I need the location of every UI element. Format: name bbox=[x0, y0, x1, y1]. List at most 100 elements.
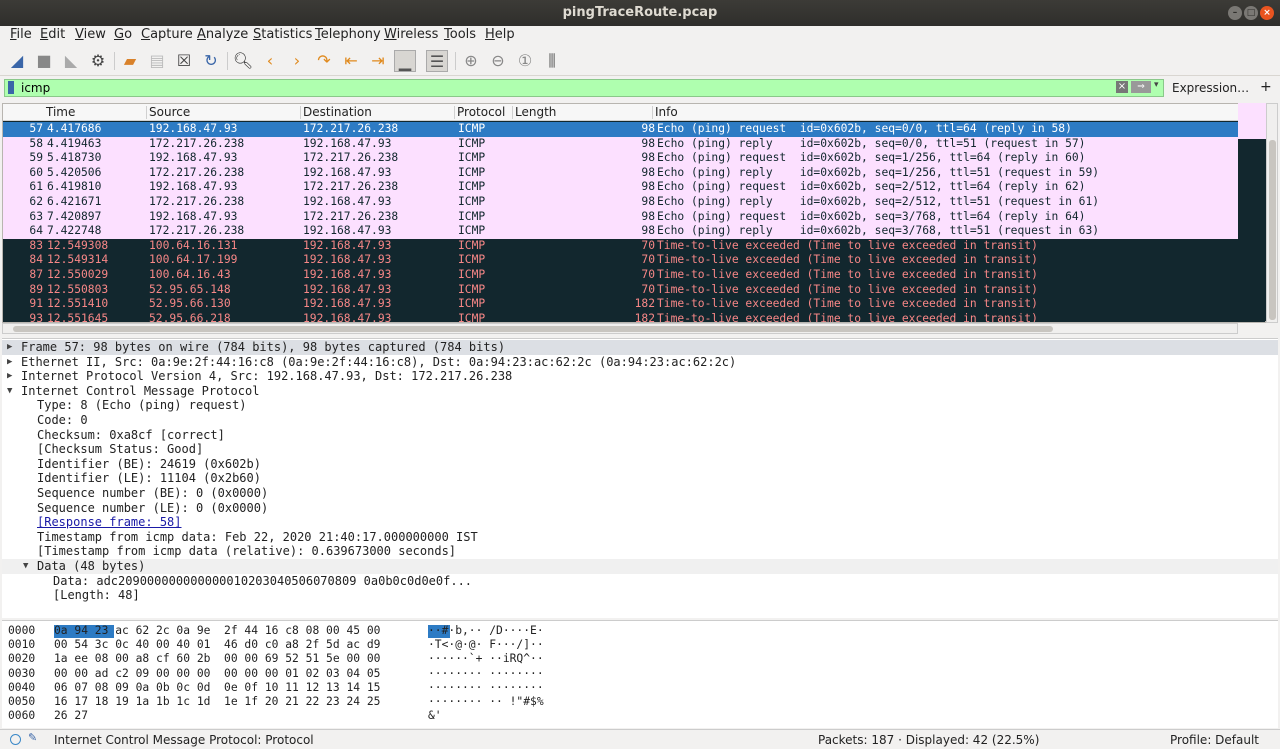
packet-info: Echo (ping) request id=0x602b, seq=0/0, … bbox=[657, 122, 1072, 135]
menu-wireless[interactable]: Wireless bbox=[384, 27, 438, 42]
packet-row[interactable]: 89 12.550803 52.95.65.148 192.168.47.93 ICMP… bbox=[3, 282, 1265, 298]
start-capture-icon[interactable]: ◢ bbox=[6, 50, 28, 72]
column-header-time[interactable]: Time bbox=[46, 105, 75, 119]
resize-columns-icon[interactable]: ⫼ bbox=[541, 50, 563, 72]
packet-list[interactable]: Time Source Destination Protocol Length … bbox=[2, 103, 1266, 323]
detail-tree-item[interactable]: Checksum: 0xa8cf [correct] bbox=[2, 428, 1278, 443]
find-packet-icon[interactable]: 🔍︎ bbox=[232, 50, 254, 72]
autoscroll-icon[interactable]: ▁ bbox=[394, 50, 416, 72]
packet-row[interactable]: 59 5.418730 192.168.47.93 172.217.26.238 ICM… bbox=[3, 151, 1265, 167]
maximize-icon[interactable]: □ bbox=[1244, 6, 1258, 20]
minimize-icon[interactable]: – bbox=[1228, 6, 1242, 20]
packet-details-tree[interactable]: ▶ Frame 57: 98 bytes on wire (784 bits), … bbox=[2, 338, 1278, 618]
packet-row[interactable]: 91 12.551410 52.95.66.130 192.168.47.93 ICMP… bbox=[3, 297, 1265, 313]
collapse-arrow-icon[interactable]: ▼ bbox=[23, 559, 28, 574]
packet-minimap[interactable] bbox=[1238, 103, 1266, 321]
response-frame-link[interactable]: [Response frame: 58] bbox=[37, 515, 182, 530]
packet-row[interactable]: 83 12.549308 100.64.16.131 192.168.47.93 ICM… bbox=[3, 238, 1265, 254]
detail-tree-item[interactable]: Timestamp from icmp data: Feb 22, 2020 2… bbox=[2, 530, 1278, 545]
display-filter-input[interactable] bbox=[4, 79, 1164, 97]
restart-capture-icon[interactable]: ◣ bbox=[60, 50, 82, 72]
go-to-packet-icon[interactable]: ↷ bbox=[313, 50, 335, 72]
colorize-icon[interactable]: ☰ bbox=[426, 50, 448, 72]
column-header-source[interactable]: Source bbox=[149, 105, 190, 119]
detail-tree-item[interactable]: [Checksum Status: Good] bbox=[2, 442, 1278, 457]
menu-analyze[interactable]: Analyze bbox=[197, 27, 248, 42]
packet-row[interactable]: 63 7.420897 192.168.47.93 172.217.26.238 ICM… bbox=[3, 209, 1265, 225]
filter-history-dropdown-icon[interactable]: ▾ bbox=[1154, 80, 1159, 90]
packet-bytes-pane[interactable]: 0000 0a 94 23 ac 62 2c 0a 9e 2f 44 16 c8 … bbox=[2, 620, 1278, 728]
detail-tree-item[interactable]: ▶ Ethernet II, Src: 0a:9e:2f:44:16:c8 (0a… bbox=[2, 355, 1278, 370]
detail-tree-item[interactable]: ▼ Internet Control Message Protocol bbox=[2, 384, 1278, 399]
packet-list-vscrollbar[interactable] bbox=[1266, 103, 1278, 323]
capture-options-icon[interactable]: ⚙ bbox=[87, 50, 109, 72]
last-packet-icon[interactable]: ⇥ bbox=[367, 50, 389, 72]
open-file-icon[interactable]: ▰ bbox=[119, 50, 141, 72]
status-profile[interactable]: Profile: Default bbox=[1170, 733, 1259, 747]
collapse-arrow-icon[interactable]: ▼ bbox=[7, 384, 12, 399]
detail-tree-item[interactable]: Code: 0 bbox=[2, 413, 1278, 428]
first-packet-icon[interactable]: ⇤ bbox=[340, 50, 362, 72]
add-filter-button[interactable]: + bbox=[1260, 79, 1272, 95]
detail-tree-item[interactable]: ▶ Frame 57: 98 bytes on wire (784 bits), … bbox=[2, 340, 1278, 355]
detail-tree-item[interactable]: [Response frame: 58] bbox=[2, 515, 1278, 530]
expert-info-icon[interactable] bbox=[10, 734, 21, 745]
packet-row[interactable]: 64 7.422748 172.217.26.238 192.168.47.93 ICM… bbox=[3, 224, 1265, 240]
menu-capture[interactable]: Capture bbox=[141, 27, 193, 42]
packet-time: 7.422748 bbox=[47, 224, 102, 238]
detail-tree-item[interactable]: [Length: 48] bbox=[2, 588, 1278, 603]
expand-arrow-icon[interactable]: ▶ bbox=[7, 369, 12, 384]
normal-size-icon[interactable]: ① bbox=[514, 50, 536, 72]
packet-row[interactable]: 87 12.550029 100.64.16.43 192.168.47.93 ICMP… bbox=[3, 268, 1265, 283]
detail-tree-item[interactable]: Sequence number (LE): 0 (0x0000) bbox=[2, 501, 1278, 516]
packet-info: Echo (ping) request id=0x602b, seq=2/512… bbox=[657, 180, 1086, 194]
packet-row[interactable]: 61 6.419810 192.168.47.93 172.217.26.238 ICM… bbox=[3, 180, 1265, 196]
menu-edit[interactable]: Edit bbox=[40, 27, 65, 42]
close-icon[interactable]: × bbox=[1260, 6, 1274, 20]
column-header-destination[interactable]: Destination bbox=[303, 105, 372, 119]
stop-capture-icon[interactable]: ■ bbox=[33, 50, 55, 72]
packet-list-hscrollbar[interactable] bbox=[2, 323, 1238, 334]
menu-file[interactable]: File bbox=[10, 27, 32, 42]
detail-tree-item[interactable]: ▶ Internet Protocol Version 4, Src: 192.1… bbox=[2, 369, 1278, 384]
zoom-out-icon[interactable]: ⊖ bbox=[487, 50, 509, 72]
packet-destination: 192.168.47.93 bbox=[303, 136, 392, 150]
expand-arrow-icon[interactable]: ▶ bbox=[7, 340, 12, 355]
detail-tree-item[interactable]: Identifier (LE): 11104 (0x2b60) bbox=[2, 471, 1278, 486]
packet-number: 83 bbox=[29, 238, 43, 252]
menu-telephony[interactable]: Telephony bbox=[315, 27, 381, 42]
detail-tree-item[interactable]: ▼ Data (48 bytes) bbox=[2, 559, 1278, 574]
detail-tree-item[interactable]: Sequence number (BE): 0 (0x0000) bbox=[2, 486, 1278, 501]
expression-button[interactable]: Expression… bbox=[1172, 81, 1249, 95]
expand-arrow-icon[interactable]: ▶ bbox=[7, 355, 12, 370]
menu-view[interactable]: View bbox=[75, 27, 106, 42]
go-back-icon[interactable]: ‹ bbox=[259, 50, 281, 72]
menu-help[interactable]: Help bbox=[485, 27, 515, 42]
go-forward-icon[interactable]: › bbox=[286, 50, 308, 72]
packet-row[interactable]: 58 4.419463 172.217.26.238 192.168.47.93 ICM… bbox=[3, 136, 1265, 152]
menu-tools[interactable]: Tools bbox=[444, 27, 476, 42]
zoom-in-icon[interactable]: ⊕ bbox=[460, 50, 482, 72]
filter-bookmark-icon[interactable] bbox=[8, 81, 14, 94]
packet-row[interactable]: 57 4.417686 192.168.47.93 172.217.26.238 ICM… bbox=[3, 122, 1265, 137]
column-header-info[interactable]: Info bbox=[655, 105, 678, 119]
detail-text: Data: adc2090000000000000102030405060708… bbox=[53, 573, 473, 588]
apply-filter-icon[interactable]: ⇒ bbox=[1131, 81, 1151, 93]
save-file-icon[interactable]: ▤ bbox=[146, 50, 168, 72]
detail-tree-item[interactable]: Data: adc2090000000000000102030405060708… bbox=[2, 574, 1278, 589]
menu-statistics[interactable]: Statistics bbox=[253, 27, 312, 42]
packet-row[interactable]: 84 12.549314 100.64.17.199 192.168.47.93 ICM… bbox=[3, 253, 1265, 269]
packet-row[interactable]: 93 12.551645 52.95.66.218 192.168.47.93 ICMP… bbox=[3, 311, 1265, 322]
reload-file-icon[interactable]: ↻ bbox=[200, 50, 222, 72]
packet-row[interactable]: 60 5.420506 172.217.26.238 192.168.47.93 ICM… bbox=[3, 165, 1265, 181]
detail-tree-item[interactable]: Identifier (BE): 24619 (0x602b) bbox=[2, 457, 1278, 472]
menu-go[interactable]: Go bbox=[114, 27, 132, 42]
close-file-icon[interactable]: ☒ bbox=[173, 50, 195, 72]
edit-comment-icon[interactable]: ✎ bbox=[28, 731, 39, 744]
column-header-protocol[interactable]: Protocol bbox=[457, 105, 505, 119]
clear-filter-icon[interactable]: × bbox=[1116, 81, 1128, 93]
column-header-length[interactable]: Length bbox=[515, 105, 556, 119]
detail-tree-item[interactable]: [Timestamp from icmp data (relative): 0.… bbox=[2, 544, 1278, 559]
packet-row[interactable]: 62 6.421671 172.217.26.238 192.168.47.93 ICM… bbox=[3, 195, 1265, 210]
detail-tree-item[interactable]: Type: 8 (Echo (ping) request) bbox=[2, 398, 1278, 413]
